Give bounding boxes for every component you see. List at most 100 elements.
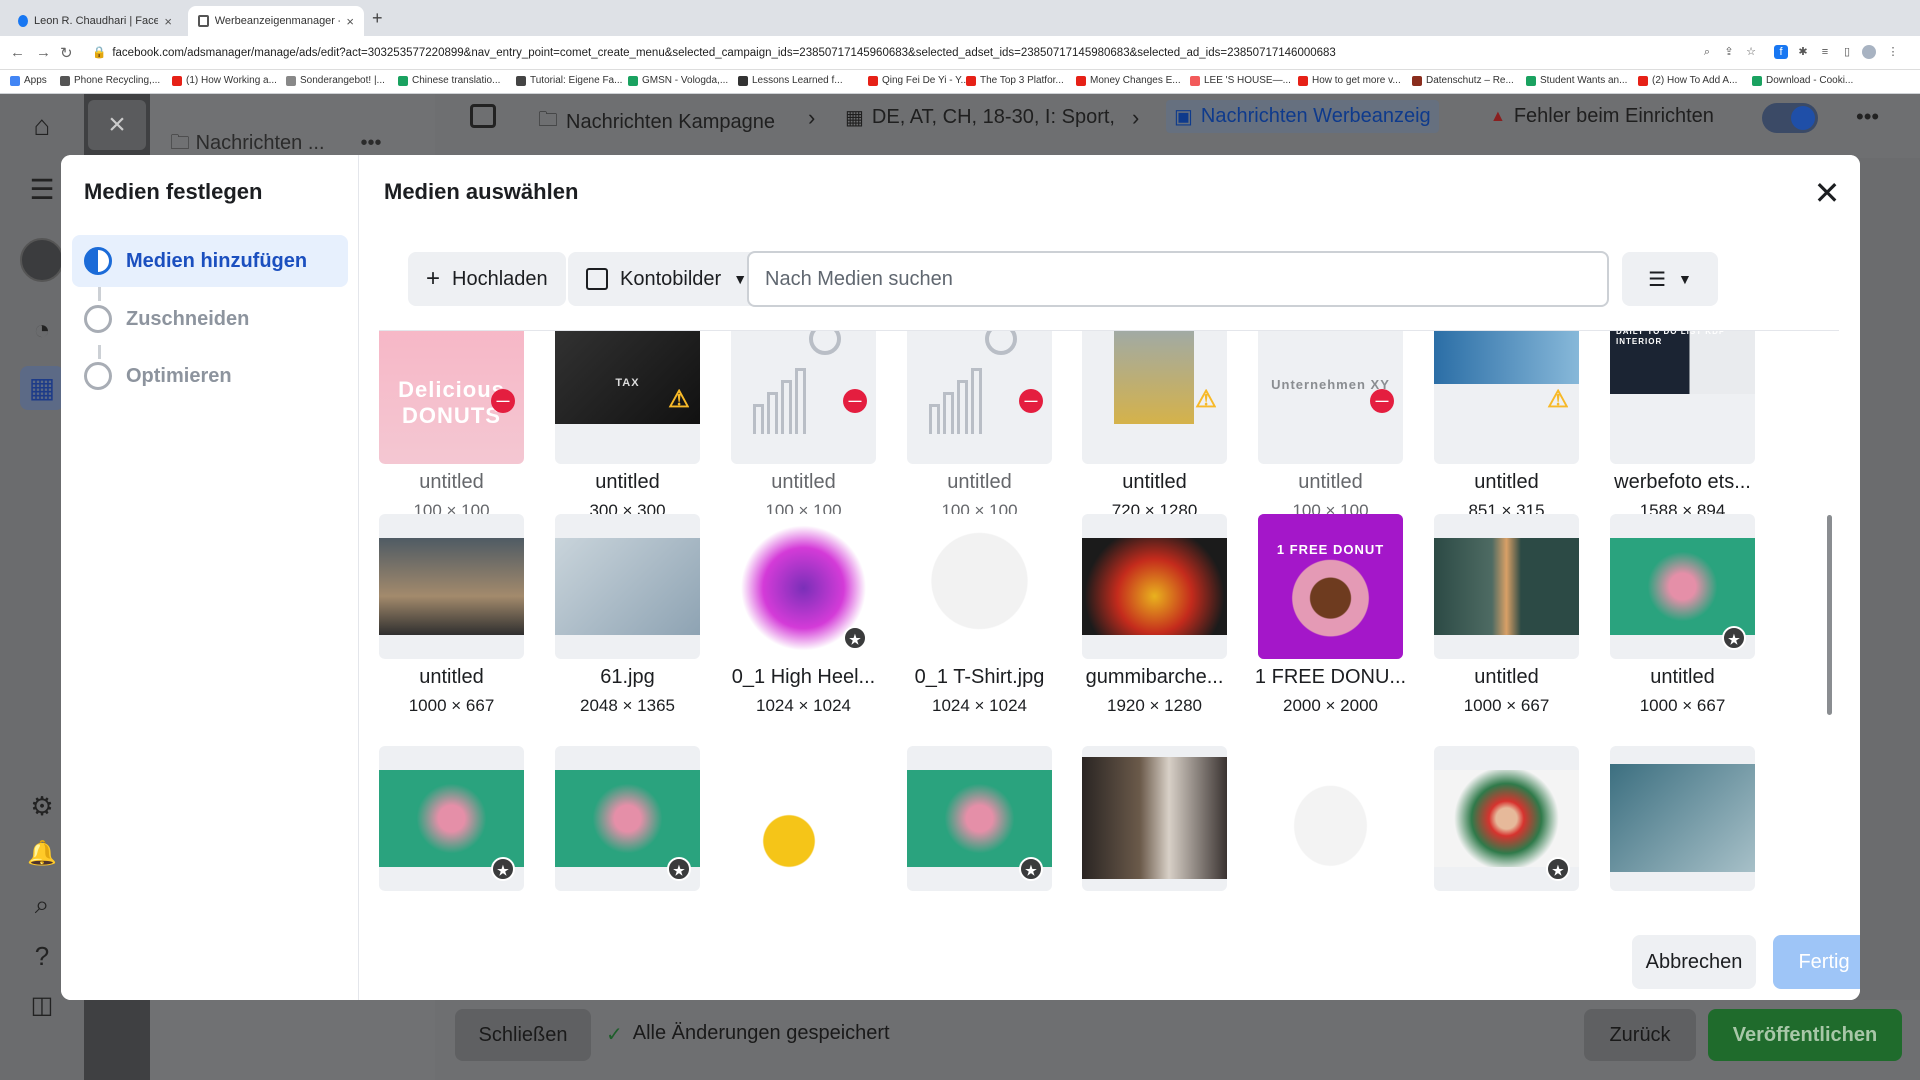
media-thumbnail[interactable]	[731, 746, 876, 891]
media-thumbnail[interactable]	[1610, 746, 1755, 891]
bookmark-item[interactable]: (1) How Working a...	[172, 75, 277, 86]
media-thumbnail[interactable]	[1258, 746, 1403, 891]
bookmark-item[interactable]: LEE 'S HOUSE—...	[1190, 75, 1291, 86]
close-editor-icon[interactable]: ×	[88, 100, 146, 150]
publish-button[interactable]: Veröffentlichen	[1708, 1009, 1902, 1061]
extensions-puzzle-icon[interactable]: ✱	[1796, 45, 1810, 59]
search-icon[interactable]: ⌕	[20, 882, 64, 926]
bookmark-item[interactable]: Datenschutz – Re...	[1412, 75, 1514, 86]
media-tile[interactable]	[1082, 746, 1227, 910]
breadcrumb-adset[interactable]: ▦ DE, AT, CH, 18-30, I: Sport,	[845, 105, 1115, 130]
media-thumbnail[interactable]	[555, 514, 700, 659]
more-options-icon[interactable]: •••	[1856, 104, 1879, 130]
warning-badge-icon: ⚠	[1195, 386, 1217, 413]
media-grid-scrollbar[interactable]	[1827, 515, 1832, 715]
bookmark-item[interactable]: Sonderangebot! |...	[286, 75, 385, 86]
tab-close-icon[interactable]: ×	[164, 14, 172, 29]
home-icon[interactable]: ⌂	[20, 104, 64, 148]
bookmark-item[interactable]: Student Wants an...	[1526, 75, 1627, 86]
media-dimensions: 1000 × 667	[1639, 696, 1726, 715]
media-tile[interactable]: gummibarche... 1920 × 1280	[1082, 514, 1227, 744]
hamburger-menu-icon[interactable]: ☰	[20, 168, 64, 212]
media-thumbnail[interactable]: DAILY TO DO LIST KDP INTERIOR	[1610, 331, 1755, 464]
bookmark-item[interactable]: Lessons Learned f...	[738, 75, 843, 86]
back-arrow-icon[interactable]: ←	[10, 44, 25, 61]
media-thumbnail[interactable]	[1434, 514, 1579, 659]
new-tab-plus-icon[interactable]: +	[372, 8, 383, 29]
cancel-button[interactable]: Abbrechen	[1632, 935, 1756, 989]
ads-manager-favicon-icon	[198, 15, 209, 27]
step-optimize[interactable]: Optimieren	[72, 350, 348, 402]
media-tile[interactable]: ★	[1434, 746, 1579, 910]
media-tile[interactable]: ★ 0_1 High Heel... 1024 × 1024	[731, 514, 876, 744]
filter-dropdown[interactable]: ☰ ▼	[1622, 252, 1718, 306]
upload-button[interactable]: + Hochladen	[408, 252, 566, 306]
close-dialog-icon[interactable]: ✕	[1809, 175, 1845, 211]
step-crop[interactable]: Zuschneiden	[72, 293, 348, 345]
bookmark-label: Lessons Learned f...	[752, 75, 843, 86]
notifications-bell-icon[interactable]: 🔔	[20, 832, 64, 876]
media-tile[interactable]: ★ untitled 1000 × 667	[1610, 514, 1755, 744]
extension-facebook-icon[interactable]: f	[1774, 45, 1788, 59]
back-button[interactable]: Zurück	[1584, 1009, 1696, 1061]
tab-close-icon[interactable]: ×	[346, 14, 354, 29]
media-search-input[interactable]	[747, 251, 1609, 307]
step-add-media[interactable]: Medien hinzufügen	[72, 235, 348, 287]
bookmark-item[interactable]: GMSN - Vologda,...	[628, 75, 728, 86]
bookmark-item[interactable]: Download - Cooki...	[1752, 75, 1853, 86]
url-field[interactable]: 🔒 facebook.com/adsmanager/manage/ads/edit…	[92, 42, 1692, 64]
bookmark-item[interactable]: Apps	[10, 75, 47, 86]
bookmark-item[interactable]: Money Changes E...	[1076, 75, 1181, 86]
reading-list-icon[interactable]: ≡	[1818, 45, 1832, 59]
media-tile[interactable]: 61.jpg 2048 × 1365	[555, 514, 700, 744]
browser-menu-icon[interactable]: ⋮	[1886, 45, 1900, 59]
bookmark-item[interactable]: The Top 3 Platfor...	[966, 75, 1064, 86]
zoom-icon[interactable]: ⌕	[1700, 45, 1714, 59]
bookmark-label: The Top 3 Platfor...	[980, 75, 1064, 86]
media-tile[interactable]: untitled 1000 × 667	[379, 514, 524, 744]
dashboard-gauge-icon[interactable]: ◔	[20, 308, 64, 352]
media-tile[interactable]: ★	[379, 746, 524, 910]
profile-avatar-icon[interactable]	[1862, 45, 1876, 59]
media-thumbnail[interactable]	[379, 514, 524, 659]
campaigns-table-icon[interactable]: ▦	[20, 366, 64, 410]
account-avatar[interactable]	[20, 238, 64, 282]
browser-tab-ads-manager[interactable]: Werbeanzeigenmanager - Wer ×	[188, 6, 364, 36]
media-tile[interactable]: ★	[555, 746, 700, 910]
media-thumbnail[interactable]	[907, 514, 1052, 659]
chart-bar-graphic	[971, 368, 982, 434]
breadcrumb-campaign[interactable]: 🗀 Nachrichten Kampagne	[538, 105, 775, 139]
media-tile[interactable]	[1258, 746, 1403, 910]
media-tile[interactable]	[731, 746, 876, 910]
help-icon[interactable]: ?	[20, 934, 64, 978]
bookmark-item[interactable]: Tutorial: Eigene Fa...	[516, 75, 622, 86]
close-button[interactable]: Schließen	[455, 1009, 591, 1061]
bookmark-item[interactable]: Qing Fei De Yi - Y...	[868, 75, 969, 86]
media-thumbnail[interactable]	[1082, 514, 1227, 659]
sidebar-icon[interactable]: ▯	[1840, 45, 1854, 59]
done-button[interactable]: Fertig	[1773, 935, 1860, 989]
reload-icon[interactable]: ↻	[60, 44, 73, 62]
account-images-dropdown[interactable]: Kontobilder ▼	[568, 252, 766, 306]
media-tile[interactable]: untitled 1000 × 667	[1434, 514, 1579, 744]
more-options-icon[interactable]: •••	[361, 132, 382, 154]
toggle-panel-icon[interactable]	[470, 104, 496, 128]
report-panel-icon[interactable]: ◫	[20, 984, 64, 1028]
bookmark-item[interactable]: Chinese translatio...	[398, 75, 500, 86]
media-tile[interactable]: ★	[907, 746, 1052, 910]
media-tile[interactable]	[1610, 746, 1755, 910]
forward-arrow-icon[interactable]: →	[36, 44, 51, 61]
media-tile[interactable]: 0_1 T-Shirt.jpg 1024 × 1024	[907, 514, 1052, 744]
settings-gear-icon[interactable]: ⚙	[20, 784, 64, 828]
bookmark-item[interactable]: (2) How To Add A...	[1638, 75, 1737, 86]
browser-tab-facebook[interactable]: Leon R. Chaudhari | Facebook ×	[8, 6, 182, 36]
media-thumbnail[interactable]: 1 FREE DONUT	[1258, 514, 1403, 659]
breadcrumb-ad[interactable]: ▣ Nachrichten Werbeanzeig	[1166, 100, 1439, 133]
media-thumbnail[interactable]	[1082, 746, 1227, 891]
bookmark-item[interactable]: Phone Recycling,...	[60, 75, 160, 86]
bookmark-star-icon[interactable]: ☆	[1744, 45, 1758, 59]
share-icon[interactable]: ⇪	[1722, 45, 1736, 59]
bookmark-item[interactable]: How to get more v...	[1298, 75, 1401, 86]
media-tile[interactable]: 1 FREE DONUT 1 FREE DONU... 2000 × 2000	[1255, 514, 1406, 744]
ad-toggle-switch[interactable]	[1762, 103, 1818, 133]
